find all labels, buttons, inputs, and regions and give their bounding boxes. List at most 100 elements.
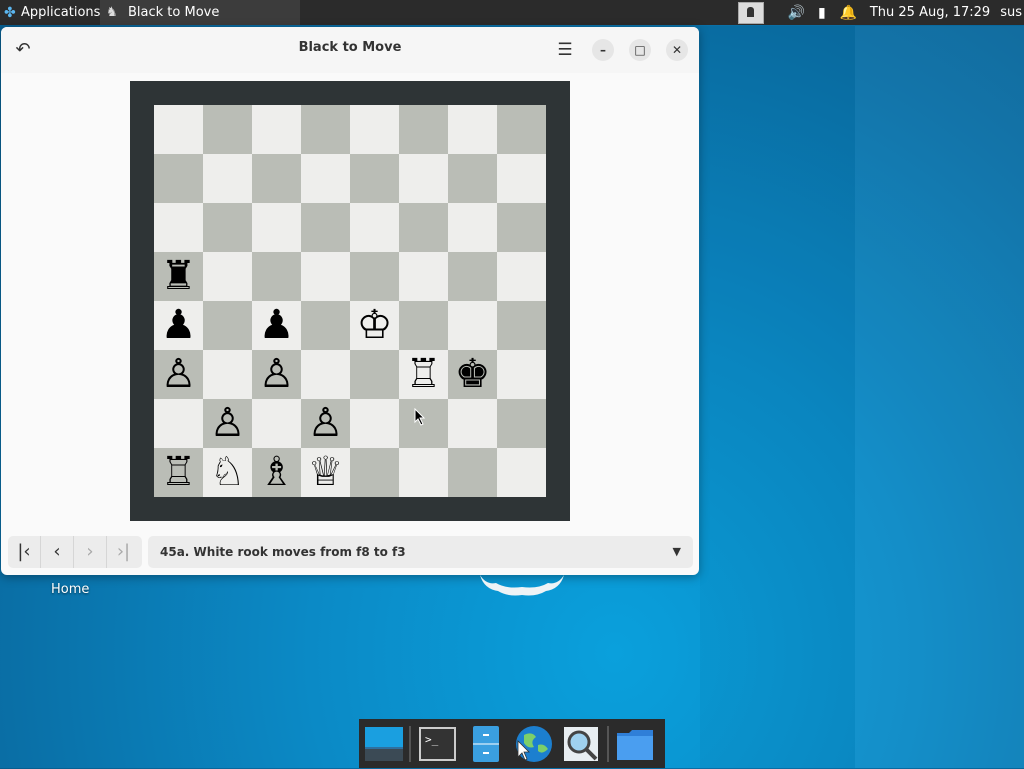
board-square[interactable] bbox=[252, 203, 301, 252]
board-square[interactable] bbox=[399, 301, 448, 350]
previous-move-button[interactable]: ‹ bbox=[41, 536, 74, 568]
board-square[interactable]: ♔ bbox=[350, 301, 399, 350]
board-square[interactable] bbox=[301, 203, 350, 252]
board-square[interactable] bbox=[252, 252, 301, 301]
board-square[interactable] bbox=[252, 105, 301, 154]
board-square[interactable] bbox=[350, 399, 399, 448]
search-icon[interactable] bbox=[560, 723, 602, 765]
board-square[interactable] bbox=[497, 301, 546, 350]
show-desktop-icon[interactable] bbox=[362, 723, 404, 765]
workspace-switcher[interactable] bbox=[737, 1, 764, 24]
home-desktop-icon-label[interactable]: Home bbox=[51, 582, 89, 597]
battery-icon[interactable]: ▮ bbox=[814, 5, 830, 21]
dock-separator bbox=[409, 725, 411, 762]
board-square[interactable] bbox=[399, 203, 448, 252]
board-square[interactable] bbox=[497, 252, 546, 301]
board-square[interactable] bbox=[154, 105, 203, 154]
move-history-dropdown[interactable]: 45a. White rook moves from f8 to f3 ▼ bbox=[148, 536, 693, 568]
board-square[interactable] bbox=[203, 105, 252, 154]
board-square[interactable] bbox=[448, 154, 497, 203]
board-square[interactable] bbox=[350, 448, 399, 497]
board-square[interactable] bbox=[301, 105, 350, 154]
board-square[interactable]: ♖ bbox=[154, 448, 203, 497]
board-square[interactable] bbox=[399, 105, 448, 154]
board-square[interactable]: ♙ bbox=[154, 350, 203, 399]
last-move-button[interactable]: ›| bbox=[107, 536, 140, 568]
board-square[interactable] bbox=[203, 301, 252, 350]
board-square[interactable] bbox=[301, 301, 350, 350]
board-square[interactable]: ♟ bbox=[252, 301, 301, 350]
board-square[interactable] bbox=[301, 252, 350, 301]
taskbar-window-button[interactable]: ♞ Black to Move bbox=[100, 0, 300, 25]
board-square[interactable] bbox=[301, 154, 350, 203]
close-button[interactable]: ✕ bbox=[666, 39, 688, 61]
board-square[interactable] bbox=[448, 399, 497, 448]
board-square[interactable] bbox=[203, 203, 252, 252]
white-knight-icon: ♘ bbox=[209, 449, 246, 495]
board-square[interactable] bbox=[497, 203, 546, 252]
board-square[interactable]: ♟ bbox=[154, 301, 203, 350]
board-square[interactable] bbox=[497, 154, 546, 203]
board-square[interactable] bbox=[203, 350, 252, 399]
board-square[interactable]: ♗ bbox=[252, 448, 301, 497]
board-square[interactable] bbox=[252, 399, 301, 448]
board-square[interactable]: ♘ bbox=[203, 448, 252, 497]
maximize-button[interactable]: □ bbox=[629, 39, 651, 61]
terminal-icon[interactable]: >_ bbox=[416, 723, 458, 765]
board-square[interactable] bbox=[399, 154, 448, 203]
board-square[interactable] bbox=[399, 448, 448, 497]
web-browser-icon[interactable] bbox=[512, 723, 554, 765]
board-square[interactable] bbox=[350, 154, 399, 203]
chess-board-frame: ♜ ♟ ♟ ♔ ♙ ♙ ♖ ♚ ♙ ♙ ♖ ♘ ♗ ♕ bbox=[130, 81, 570, 521]
board-square[interactable] bbox=[154, 399, 203, 448]
first-move-button[interactable]: |‹ bbox=[8, 536, 41, 568]
board-square[interactable] bbox=[497, 105, 546, 154]
board-square[interactable] bbox=[154, 203, 203, 252]
board-square[interactable] bbox=[154, 154, 203, 203]
black-pawn-icon: ♟ bbox=[258, 302, 295, 348]
board-square[interactable] bbox=[448, 252, 497, 301]
chess-window: ↶ Black to Move ☰ – □ ✕ ♜ ♟ ♟ ♔ ♙ ♙ ♖ ♚ ♙ ♙ ♖ ♘ ♗ ♕ |… bbox=[1, 27, 699, 575]
board-square[interactable] bbox=[497, 350, 546, 399]
board-square[interactable] bbox=[448, 203, 497, 252]
white-pawn-icon: ♙ bbox=[209, 400, 246, 446]
system-tray: 🔊 ▮ 🔔 Thu 25 Aug, 17:29 sus bbox=[737, 0, 1024, 25]
move-navigation-bar: |‹ ‹ › ›| 45a. White rook moves from f8 … bbox=[1, 532, 699, 575]
board-square[interactable] bbox=[399, 252, 448, 301]
white-bishop-icon: ♗ bbox=[258, 449, 295, 495]
volume-icon[interactable]: 🔊 bbox=[788, 5, 805, 21]
board-square[interactable]: ♚ bbox=[448, 350, 497, 399]
board-square[interactable] bbox=[497, 448, 546, 497]
desktop-wallpaper-mascot bbox=[480, 575, 564, 596]
board-square[interactable] bbox=[448, 448, 497, 497]
notification-bell-icon[interactable]: 🔔 bbox=[840, 5, 857, 21]
board-square[interactable]: ♖ bbox=[399, 350, 448, 399]
board-square[interactable] bbox=[350, 203, 399, 252]
board-square[interactable] bbox=[448, 301, 497, 350]
board-square[interactable]: ♙ bbox=[252, 350, 301, 399]
desktop-background bbox=[700, 26, 855, 768]
minimize-button[interactable]: – bbox=[592, 39, 614, 61]
board-square[interactable] bbox=[448, 105, 497, 154]
board-square[interactable] bbox=[350, 252, 399, 301]
hamburger-menu-icon[interactable]: ☰ bbox=[553, 38, 577, 62]
board-square[interactable] bbox=[252, 154, 301, 203]
chess-board[interactable]: ♜ ♟ ♟ ♔ ♙ ♙ ♖ ♚ ♙ ♙ ♖ ♘ ♗ ♕ bbox=[154, 105, 546, 497]
board-square[interactable] bbox=[203, 252, 252, 301]
board-square[interactable] bbox=[350, 350, 399, 399]
board-square[interactable] bbox=[203, 154, 252, 203]
board-square[interactable]: ♜ bbox=[154, 252, 203, 301]
board-square[interactable] bbox=[350, 105, 399, 154]
user-menu[interactable]: sus bbox=[1000, 5, 1022, 20]
board-square[interactable]: ♕ bbox=[301, 448, 350, 497]
board-square[interactable]: ♙ bbox=[203, 399, 252, 448]
file-cabinet-icon[interactable] bbox=[464, 723, 506, 765]
xfce-logo-icon: ✤ bbox=[4, 4, 16, 21]
chess-app-icon: ♞ bbox=[106, 4, 118, 20]
board-square[interactable]: ♙ bbox=[301, 399, 350, 448]
board-square[interactable] bbox=[301, 350, 350, 399]
folder-icon[interactable] bbox=[614, 723, 656, 765]
board-square[interactable] bbox=[497, 399, 546, 448]
clock[interactable]: Thu 25 Aug, 17:29 bbox=[870, 5, 990, 20]
next-move-button[interactable]: › bbox=[74, 536, 107, 568]
